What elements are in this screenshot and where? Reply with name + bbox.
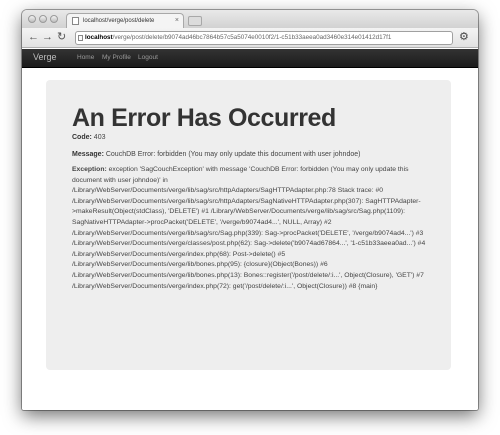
browser-window: localhost/verge/post/delete × ← → ↻ loca…: [22, 10, 478, 410]
address-bar[interactable]: localhost/verge/post/delete/b9074ad46bc7…: [75, 31, 453, 45]
close-window-button[interactable]: [28, 15, 36, 23]
brand-link[interactable]: Verge: [33, 52, 57, 62]
page-content: An Error Has Occurred Code: 403 Message:…: [22, 68, 478, 410]
exception-value: exception 'SagCouchException' with messa…: [72, 166, 426, 290]
wrench-icon[interactable]: ⚙: [459, 30, 469, 43]
nav-logout-link[interactable]: Logout: [138, 54, 158, 61]
browser-toolbar: ← → ↻ localhost/verge/post/delete/b9074a…: [22, 28, 478, 48]
page-icon: [72, 17, 79, 25]
url-host: localhost: [85, 34, 113, 41]
nav-home-link[interactable]: Home: [77, 54, 94, 61]
title-bar: localhost/verge/post/delete ×: [22, 10, 478, 28]
tab-close-icon[interactable]: ×: [175, 14, 179, 28]
site-navbar: Verge Home My Profile Logout: [22, 49, 478, 68]
message-label: Message:: [72, 151, 104, 158]
url-path: /verge/post/delete/b9074ad46bc7864b57c5a…: [112, 34, 392, 41]
new-tab-button[interactable]: [188, 16, 202, 26]
error-code-line: Code: 403: [72, 132, 431, 143]
exception-label: Exception:: [72, 166, 107, 173]
message-value: CouchDB Error: forbidden (You may only u…: [105, 151, 361, 158]
tab-title: localhost/verge/post/delete: [83, 18, 155, 24]
error-title: An Error Has Occurred: [72, 104, 336, 132]
code-value: 403: [93, 134, 106, 141]
code-label: Code:: [72, 134, 92, 141]
browser-tab[interactable]: localhost/verge/post/delete ×: [66, 13, 184, 28]
error-message-line: Message: CouchDB Error: forbidden (You m…: [72, 149, 431, 160]
zoom-window-button[interactable]: [50, 15, 58, 23]
error-panel: An Error Has Occurred Code: 403 Message:…: [46, 80, 451, 370]
page-icon: [78, 35, 83, 41]
back-icon[interactable]: ←: [28, 31, 39, 44]
nav-my-profile-link[interactable]: My Profile: [102, 54, 131, 61]
minimize-window-button[interactable]: [39, 15, 47, 23]
forward-icon[interactable]: →: [42, 31, 53, 44]
reload-icon[interactable]: ↻: [57, 31, 66, 44]
error-exception-block: Exception: exception 'SagCouchException'…: [72, 165, 431, 292]
